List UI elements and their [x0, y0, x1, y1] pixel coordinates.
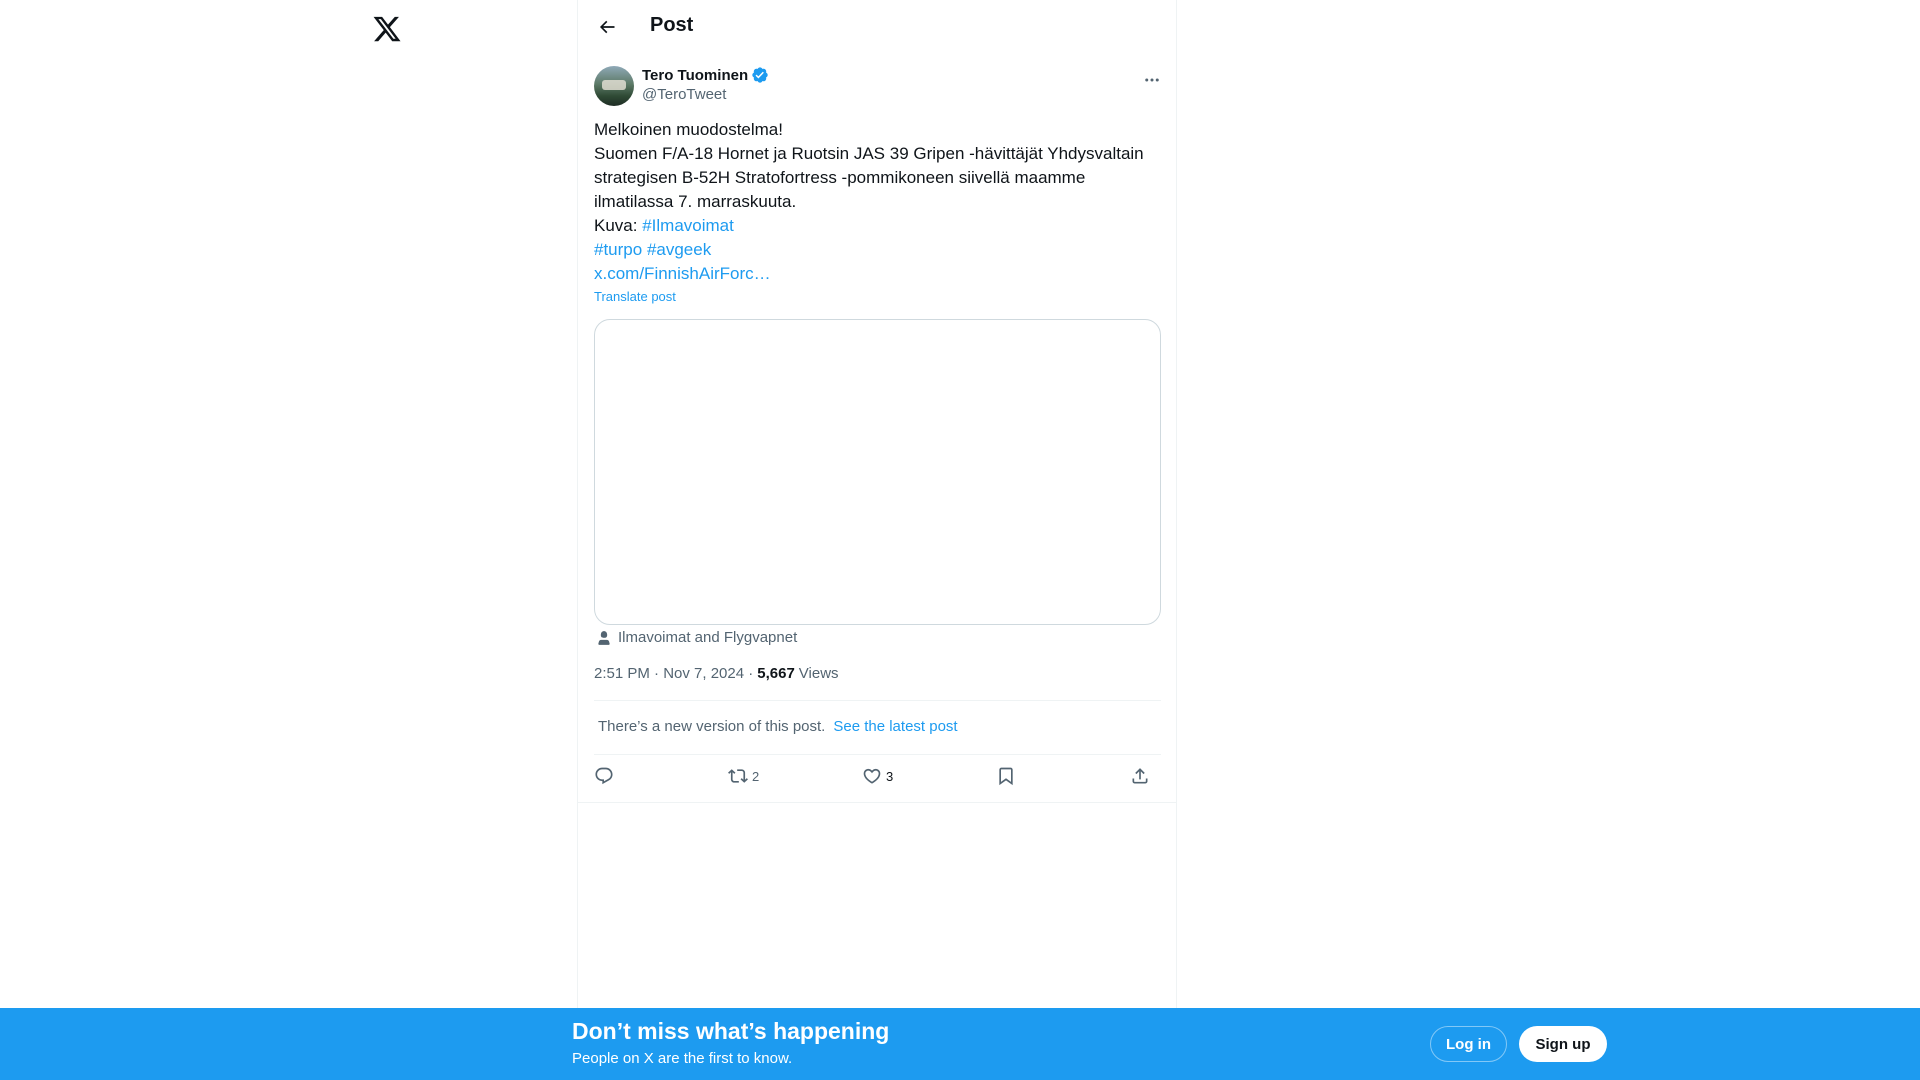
- avatar[interactable]: [594, 66, 634, 106]
- retweet-count: 2: [752, 768, 760, 784]
- new-version-notice: There’s a new version of this post. See …: [598, 718, 958, 735]
- bookmark-button[interactable]: [996, 766, 1016, 786]
- media-container[interactable]: [594, 319, 1161, 625]
- banner-title: Don’t miss what’s happening: [572, 1018, 890, 1044]
- timestamp[interactable]: 2:51 PM · Nov 7, 2024 ·: [594, 665, 753, 682]
- post-actions: 2 3: [594, 764, 1161, 794]
- post-text-line: Melkoinen muodostelma!: [594, 120, 783, 139]
- translate-post-link[interactable]: Translate post: [594, 289, 676, 304]
- post-header: Post: [578, 0, 1176, 53]
- tagged-text: Ilmavoimat and Flygvapnet: [618, 629, 798, 646]
- more-options-icon[interactable]: [1140, 68, 1164, 92]
- post-text-line: Kuva: #Ilmavoimat: [594, 214, 1164, 238]
- person-icon: [598, 630, 610, 645]
- divider: [594, 700, 1161, 701]
- views-count: 5,667: [757, 665, 795, 682]
- post-meta: 2:51 PM · Nov 7, 2024 · 5,667 Views: [594, 665, 839, 682]
- x-logo-icon[interactable]: [372, 14, 402, 44]
- reply-icon: [595, 767, 613, 785]
- post-text-line: ilmatilassa 7. marraskuuta.: [594, 192, 797, 211]
- see-latest-post-link[interactable]: See the latest post: [833, 718, 957, 735]
- author-name-row: Tero Tuominen: [642, 66, 769, 84]
- divider: [578, 802, 1176, 803]
- like-count: 3: [886, 768, 894, 784]
- post-text-line: x.com/FinnishAirForc…: [594, 262, 1164, 286]
- external-link[interactable]: x.com/FinnishAirForc…: [594, 264, 771, 283]
- post-text-line: strategisen B-52H Stratofortress -pommik…: [594, 168, 1086, 187]
- post-text-line: Suomen F/A-18 Hornet ja Ruotsin JAS 39 G…: [594, 144, 1144, 163]
- retweet-button[interactable]: 2: [728, 766, 759, 786]
- back-arrow-icon[interactable]: [592, 12, 622, 42]
- hashtag-turpo[interactable]: #turpo: [594, 240, 642, 259]
- share-button[interactable]: [1130, 766, 1150, 786]
- hashtag-avgeek[interactable]: #avgeek: [647, 240, 711, 259]
- author-handle[interactable]: @TeroTweet: [642, 86, 726, 103]
- login-button[interactable]: Log in: [1430, 1026, 1507, 1062]
- post-text-line: #turpo #avgeek: [594, 238, 1164, 262]
- verified-badge-icon: [752, 67, 768, 83]
- signup-button[interactable]: Sign up: [1519, 1026, 1607, 1062]
- like-button[interactable]: 3: [862, 766, 893, 786]
- banner-subtitle: People on X are the first to know.: [572, 1050, 793, 1067]
- post-text: Melkoinen muodostelma! Suomen F/A-18 Hor…: [594, 118, 1164, 286]
- tagged-users[interactable]: Ilmavoimat and Flygvapnet: [596, 629, 797, 646]
- divider: [594, 754, 1161, 755]
- kuva-prefix: Kuva:: [594, 216, 643, 235]
- reply-button[interactable]: [594, 766, 618, 786]
- page-title: Post: [650, 14, 694, 36]
- heart-icon: [863, 768, 881, 784]
- hashtag-ilmavoimat[interactable]: #Ilmavoimat: [642, 216, 734, 235]
- retweet-icon: [728, 769, 748, 783]
- views-label: Views: [798, 665, 839, 682]
- post-author: Tero Tuominen @TeroTweet: [594, 66, 1164, 108]
- bookmark-icon: [999, 767, 1013, 786]
- signup-banner: Don’t miss what’s happening People on X …: [0, 1008, 1920, 1080]
- notice-text: There’s a new version of this post.: [598, 718, 826, 735]
- primary-column: Post Tero Tuominen @TeroTweet Melkoinen …: [577, 0, 1177, 1080]
- share-icon: [1132, 768, 1148, 784]
- author-name[interactable]: Tero Tuominen: [642, 67, 748, 84]
